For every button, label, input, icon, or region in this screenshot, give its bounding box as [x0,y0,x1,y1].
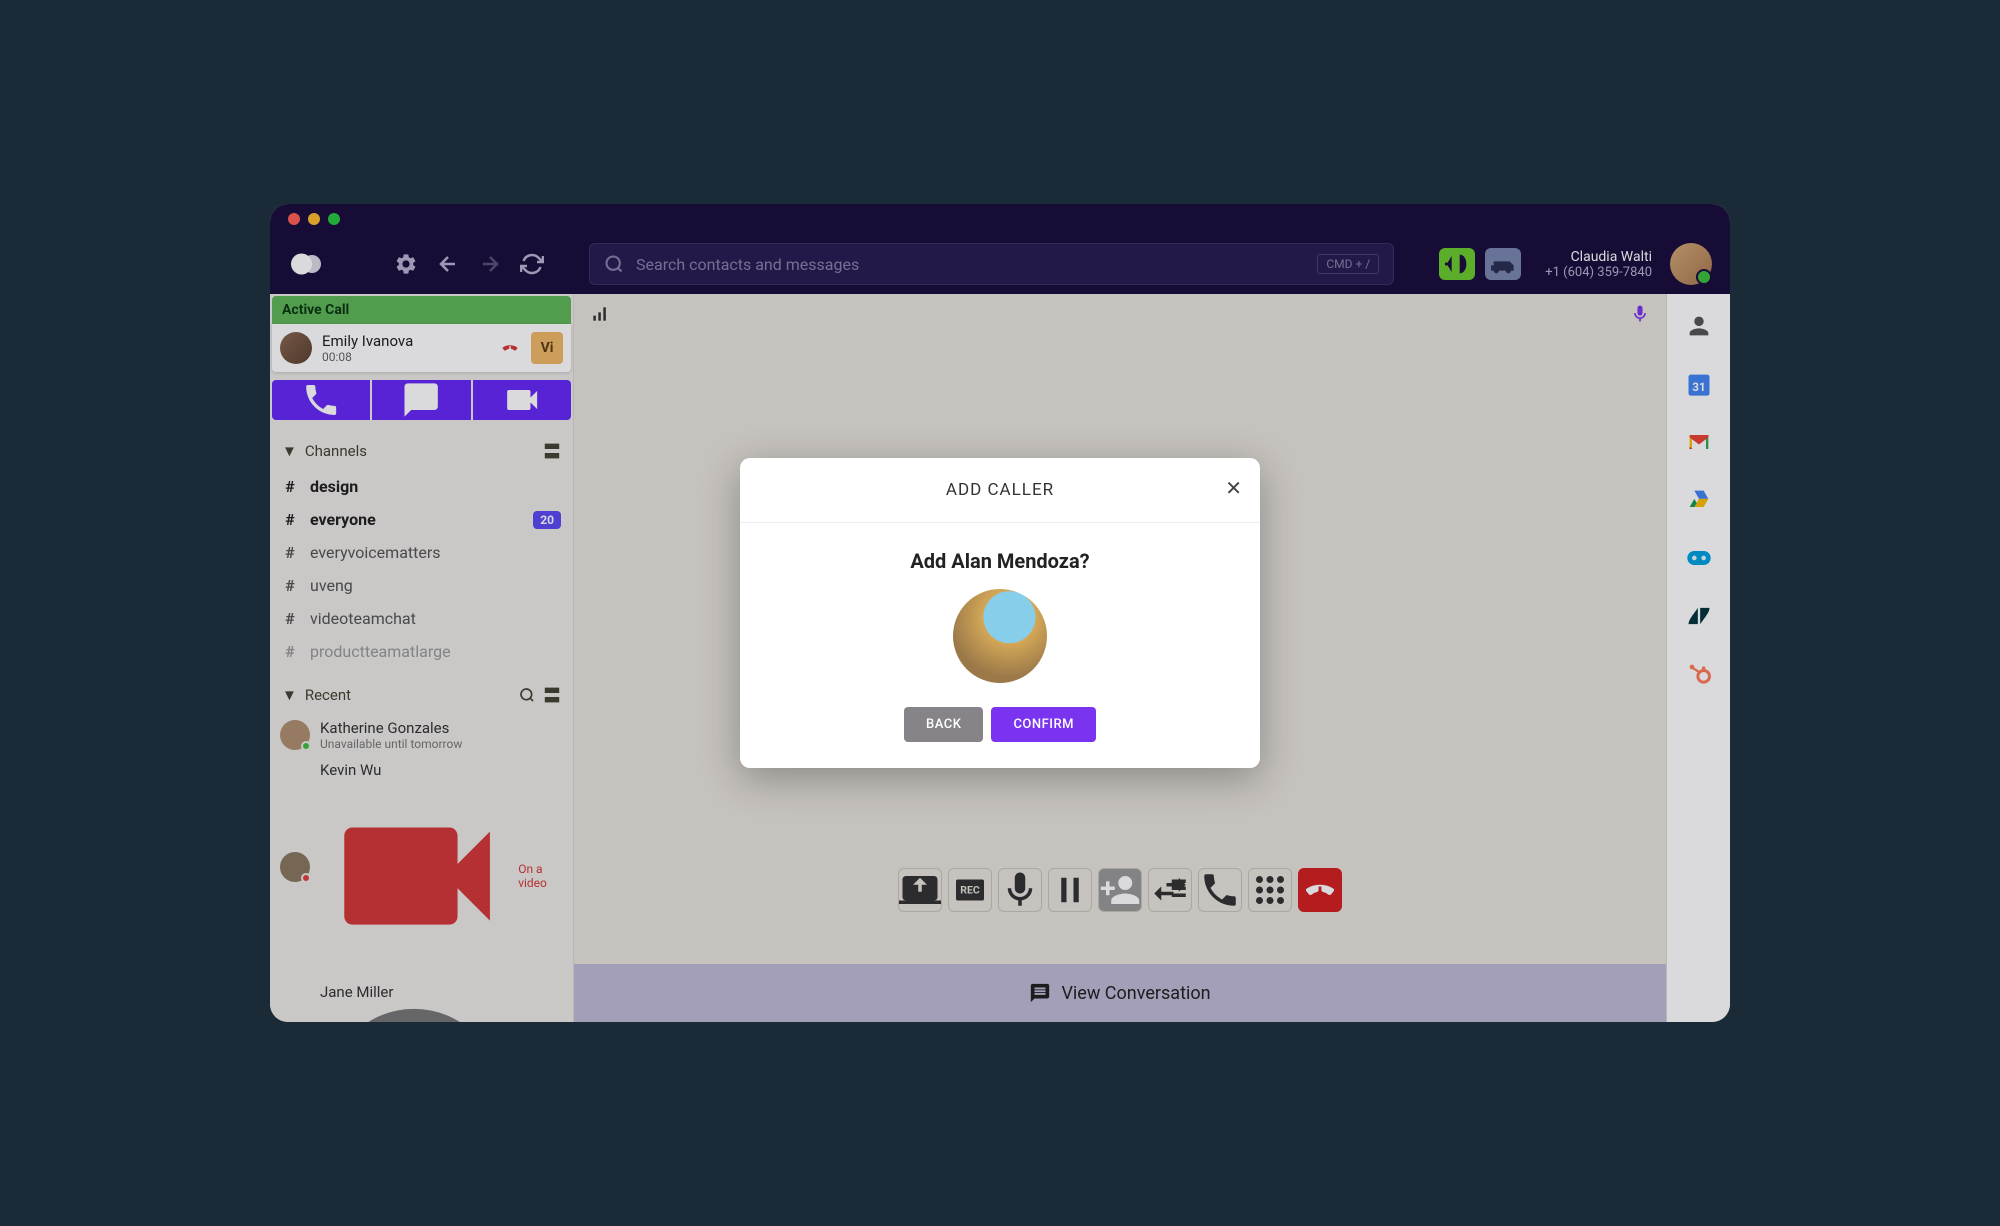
back-button[interactable]: BACK [904,707,983,742]
modal-avatar [953,589,1047,683]
confirm-button[interactable]: CONFIRM [991,707,1096,742]
add-caller-modal: ADD CALLER ✕ Add Alan Mendoza? BACK CONF… [740,458,1260,768]
modal-body: Add Alan Mendoza? BACK CONFIRM [740,523,1260,768]
modal-actions: BACK CONFIRM [766,707,1234,742]
modal-title: ADD CALLER [762,480,1238,500]
modal-header: ADD CALLER ✕ [740,458,1260,523]
modal-question: Add Alan Mendoza? [766,549,1234,573]
close-icon[interactable]: ✕ [1225,476,1242,500]
modal-overlay: ADD CALLER ✕ Add Alan Mendoza? BACK CONF… [270,204,1730,1022]
app-window: Search contacts and messages CMD + / Cla… [270,204,1730,1022]
